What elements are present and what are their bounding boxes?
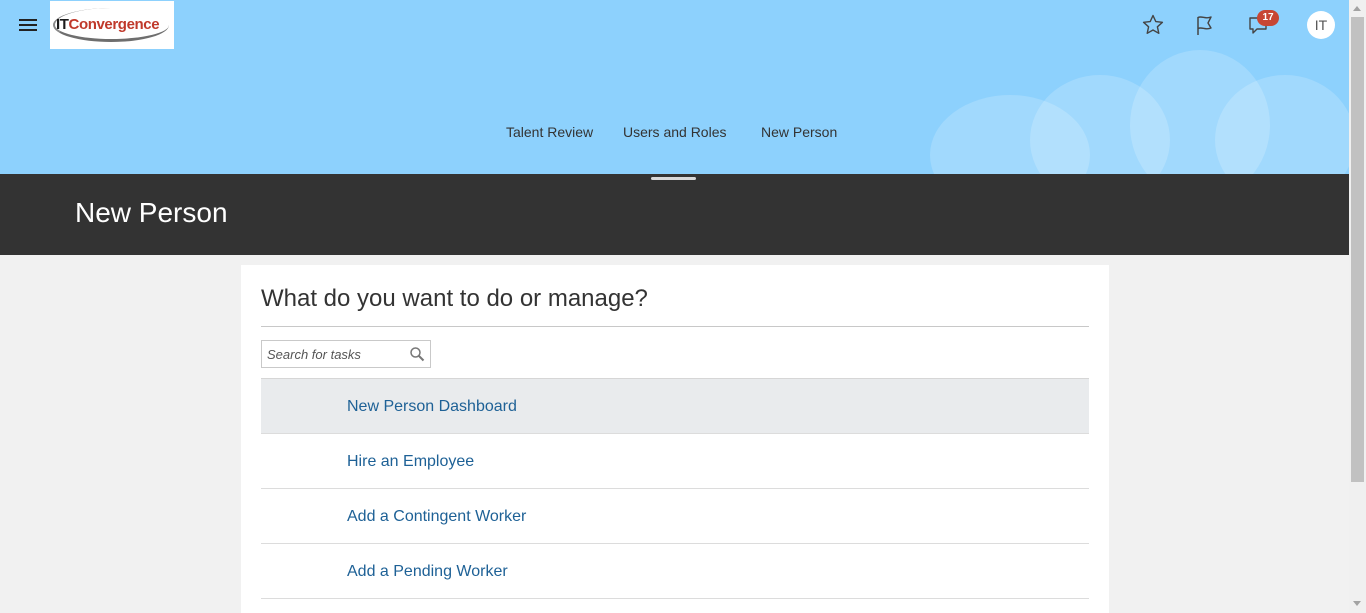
app-viewport: ITConvergence 17 IT Talent Review Users … <box>0 0 1349 613</box>
scroll-up-icon[interactable] <box>1353 6 1361 11</box>
watchlist-flag-icon[interactable] <box>1191 11 1219 39</box>
menu-icon[interactable] <box>18 16 40 34</box>
task-row-add-pending-worker[interactable]: Add a Pending Worker <box>261 544 1089 599</box>
page-title: New Person <box>75 197 228 228</box>
task-row-new-person-dashboard[interactable]: New Person Dashboard <box>261 379 1089 434</box>
task-link[interactable]: New Person Dashboard <box>347 398 517 416</box>
favorites-star-icon[interactable] <box>1139 11 1167 39</box>
search-input[interactable] <box>262 341 407 367</box>
task-link[interactable]: Add a Contingent Worker <box>347 508 526 526</box>
task-link[interactable]: Hire an Employee <box>347 453 474 471</box>
collapse-handle[interactable] <box>651 177 696 180</box>
task-link[interactable]: Add a Pending Worker <box>347 563 508 581</box>
search-icon[interactable] <box>409 346 425 362</box>
nav-new-person[interactable]: New Person <box>761 124 837 140</box>
task-row-hire-an-employee[interactable]: Hire an Employee <box>261 434 1089 489</box>
task-list: New Person Dashboard Hire an Employee Ad… <box>261 378 1089 599</box>
nav-talent-review[interactable]: Talent Review <box>506 124 593 140</box>
task-row-add-contingent-worker[interactable]: Add a Contingent Worker <box>261 489 1089 544</box>
scroll-down-icon[interactable] <box>1353 601 1361 606</box>
task-panel: What do you want to do or manage? New Pe… <box>241 265 1109 613</box>
global-header: ITConvergence 17 IT Talent Review Users … <box>0 0 1349 174</box>
nav-users-and-roles[interactable]: Users and Roles <box>623 124 727 140</box>
panel-heading: What do you want to do or manage? <box>261 285 648 312</box>
scrollbar-thumb[interactable] <box>1351 17 1364 482</box>
page-title-band: New Person <box>0 174 1349 255</box>
task-search-box <box>261 340 431 368</box>
logo-wordmark: ITConvergence <box>56 16 160 33</box>
user-avatar[interactable]: IT <box>1307 11 1335 39</box>
company-logo[interactable]: ITConvergence <box>50 1 174 49</box>
divider <box>261 326 1089 327</box>
vertical-scrollbar[interactable] <box>1349 0 1366 613</box>
notification-count-badge: 17 <box>1257 10 1279 26</box>
